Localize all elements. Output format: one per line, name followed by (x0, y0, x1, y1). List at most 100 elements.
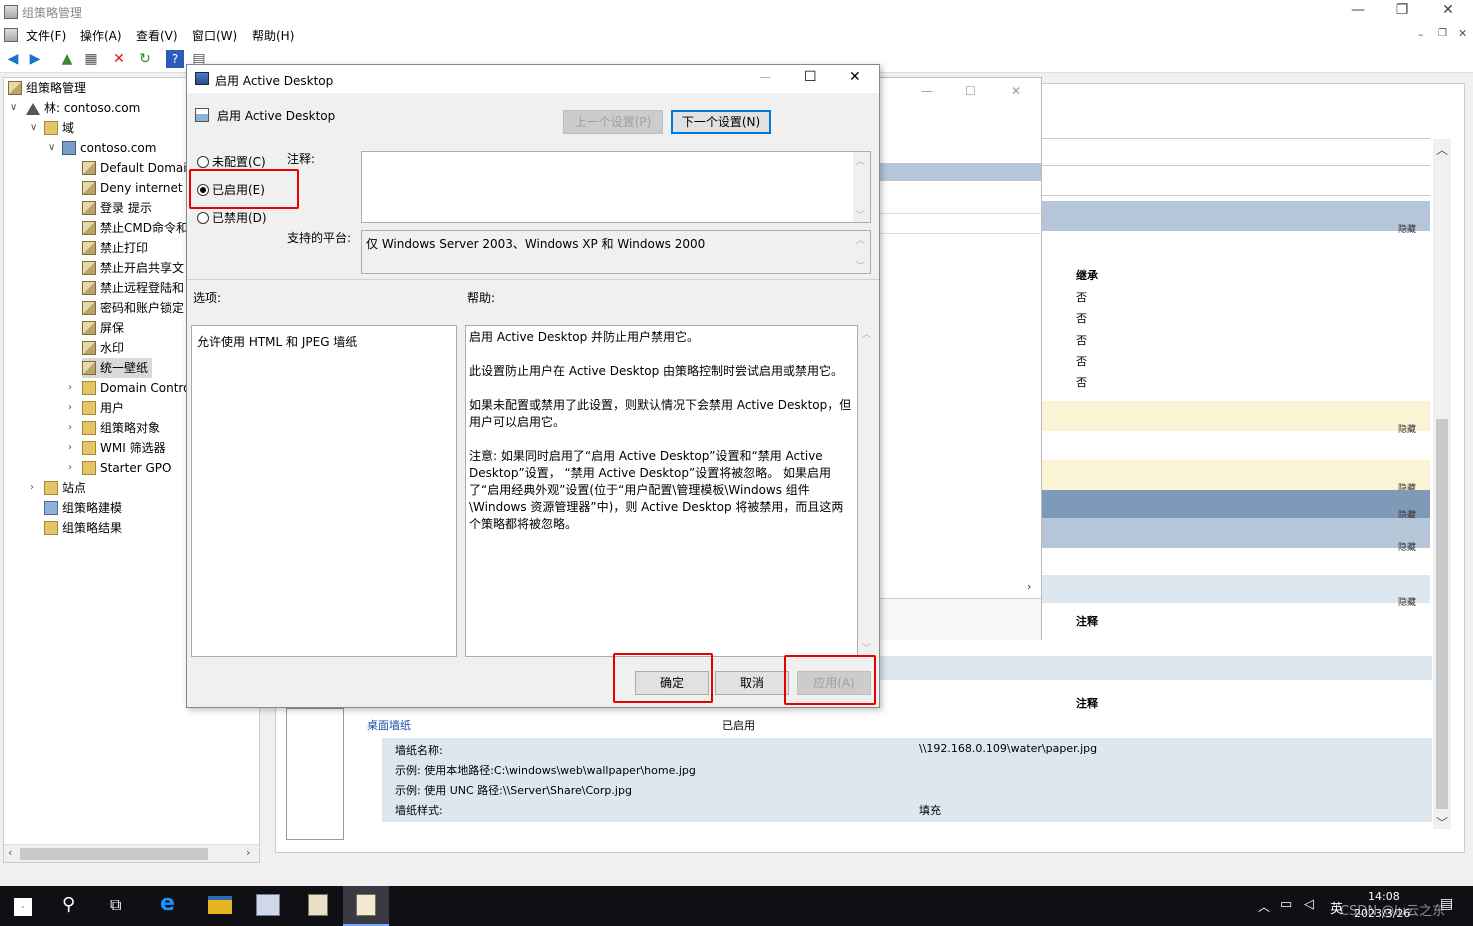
scroll-down-icon[interactable]: ﹀ (856, 208, 865, 221)
tree-root[interactable]: 组策略管理 (8, 78, 86, 98)
scroll-up-icon[interactable]: ︿ (862, 327, 871, 340)
menu-help[interactable]: 帮助(H) (252, 27, 294, 44)
comment-textarea[interactable]: ︿ ﹀ (361, 151, 871, 223)
radio-disabled[interactable]: 已禁用(D) (197, 209, 267, 227)
option-description: 允许使用 HTML 和 JPEG 墙纸 (197, 335, 358, 349)
scroll-left-icon[interactable]: ‹ (8, 846, 12, 859)
server-manager-icon[interactable] (256, 894, 280, 916)
file-explorer-icon[interactable] (208, 896, 232, 914)
scroll-up-icon[interactable]: ︿ (856, 233, 865, 246)
volume-icon[interactable]: ◁ (1304, 897, 1314, 912)
detail-label: 示例: 使用 UNC 路径:\\Server\Share\Corp.jpg (395, 784, 632, 797)
expand-chevron-icon[interactable]: › (68, 422, 72, 433)
search-icon[interactable]: ⚲ (62, 894, 84, 916)
tree-gpo-container[interactable]: 组策略对象 (82, 418, 160, 438)
previous-setting-button[interactable]: 上一个设置(P) (563, 110, 663, 134)
next-setting-button[interactable]: 下一个设置(N) (671, 110, 771, 134)
tree-gpo-link[interactable]: 禁止开启共享文 (82, 258, 184, 278)
internet-explorer-icon[interactable]: e (160, 891, 182, 916)
hide-link[interactable]: 隐藏 (1398, 222, 1416, 235)
hide-link[interactable]: 隐藏 (1398, 422, 1416, 435)
tree-domain-contoso[interactable]: contoso.com (62, 138, 156, 158)
tree-sites[interactable]: 站点 (44, 478, 86, 498)
menu-file[interactable]: 文件(F) (26, 27, 66, 44)
comment-scrollbar[interactable]: ︿ ﹀ (853, 152, 870, 222)
tree-horizontal-scrollbar[interactable]: ‹ › (4, 844, 259, 862)
expand-chevron-icon[interactable]: › (68, 462, 72, 473)
tree-ou[interactable]: 用户 (82, 398, 124, 418)
maximize-icon[interactable]: ☐ (965, 84, 976, 98)
scroll-down-icon[interactable]: ﹀ (1436, 814, 1448, 831)
selected-row[interactable] (879, 163, 1041, 181)
scroll-right-icon[interactable]: › (1027, 580, 1031, 593)
maximize-icon[interactable]: ☐ (804, 69, 817, 85)
expand-chevron-icon[interactable]: › (30, 482, 34, 493)
hide-link[interactable]: 隐藏 (1398, 595, 1416, 608)
collapse-chevron-icon[interactable]: ∨ (10, 102, 17, 113)
active-app-slot[interactable] (343, 886, 389, 926)
menu-window[interactable]: 窗口(W) (192, 27, 237, 44)
expand-chevron-icon[interactable]: › (68, 402, 72, 413)
scroll-up-icon[interactable]: ︿ (1436, 141, 1448, 158)
task-view-icon[interactable]: ⧉ (110, 895, 132, 917)
tree-gpo-link-selected[interactable]: 统一壁纸 (82, 358, 153, 378)
help-paragraph: 注意: 如果同时启用了“启用 Active Desktop”设置和“禁用 Act… (469, 449, 844, 531)
close-icon[interactable]: ✕ (1428, 2, 1468, 18)
tree-gpo-link[interactable]: 登录 提示 (82, 198, 152, 218)
scroll-right-icon[interactable]: › (246, 846, 250, 859)
network-icon[interactable]: ▭ (1280, 897, 1292, 912)
report-vertical-scrollbar[interactable]: ︿ ﹀ (1433, 139, 1451, 831)
refresh-icon[interactable]: ↻ (136, 50, 154, 68)
tree-domains[interactable]: 域 (44, 118, 74, 138)
tree-modeling[interactable]: 组策略建模 (44, 498, 122, 518)
menu-action[interactable]: 操作(A) (80, 27, 122, 44)
mdi-minimize-icon[interactable]: – (1418, 28, 1424, 41)
up-folder-icon[interactable]: ▲ (58, 50, 76, 68)
tree-gpo-link[interactable]: Default Domai (82, 158, 187, 178)
report-band (880, 656, 1432, 680)
tree-ou[interactable]: Domain Contro (82, 378, 190, 398)
tree-gpo-link[interactable]: 水印 (82, 338, 124, 358)
menu-app-icon[interactable] (4, 28, 18, 42)
tree-gpo-link[interactable]: 禁止CMD命令和 (82, 218, 188, 238)
menu-view[interactable]: 查看(V) (136, 27, 178, 44)
help-scrollbar[interactable]: ︿ ﹀ (859, 325, 876, 657)
scroll-down-icon[interactable]: ﹀ (856, 259, 865, 272)
mdi-close-icon[interactable]: ✕ (1458, 27, 1467, 40)
tree-gpo-link[interactable]: 密码和账户锁定 (82, 298, 184, 318)
tree-gpo-link[interactable]: 禁止打印 (82, 238, 148, 258)
show-hide-tree-icon[interactable]: ▦ (82, 50, 100, 68)
gpmc-taskbar-icon[interactable] (308, 894, 328, 916)
platform-scrollbar[interactable]: ︿ ﹀ (853, 231, 870, 273)
tree-gpo-link[interactable]: 屏保 (82, 318, 124, 338)
tray-chevron-icon[interactable]: ︿ (1258, 898, 1270, 915)
tree-gpo-link[interactable]: 禁止远程登陆和 (82, 278, 184, 298)
minimize-icon[interactable]: — (1338, 2, 1378, 18)
minimize-icon[interactable]: — (921, 84, 933, 98)
scroll-up-icon[interactable]: ︿ (856, 154, 865, 167)
tree-wmi-filters[interactable]: WMI 筛选器 (82, 438, 166, 458)
tree-starter-gpo[interactable]: Starter GPO (82, 458, 171, 478)
cancel-button[interactable]: 取消 (715, 671, 789, 695)
scroll-thumb[interactable] (20, 848, 208, 860)
close-icon[interactable]: ✕ (849, 69, 861, 85)
tree-forest[interactable]: 林: contoso.com (26, 98, 140, 118)
collapse-chevron-icon[interactable]: ∨ (48, 142, 55, 153)
back-arrow-icon[interactable]: ◀ (4, 50, 22, 68)
tree-results[interactable]: 组策略结果 (44, 518, 122, 538)
collapse-chevron-icon[interactable]: ∨ (30, 122, 37, 133)
scroll-down-icon[interactable]: ﹀ (862, 641, 871, 654)
expand-chevron-icon[interactable]: › (68, 382, 72, 393)
expand-chevron-icon[interactable]: › (68, 442, 72, 453)
mdi-restore-icon[interactable]: ❐ (1438, 28, 1447, 39)
setting-link-desktop-wallpaper[interactable]: 桌面墙纸 (367, 717, 411, 733)
close-icon[interactable]: ✕ (1011, 84, 1021, 98)
delete-icon[interactable]: ✕ (110, 50, 128, 68)
restore-icon[interactable]: ❐ (1382, 2, 1422, 18)
hide-link[interactable]: 隐藏 (1398, 540, 1416, 553)
tree-gpo-link[interactable]: Deny internet (82, 178, 183, 198)
start-windows-icon[interactable] (14, 898, 32, 916)
forward-arrow-icon[interactable]: ▶ (26, 50, 44, 68)
scroll-thumb[interactable] (1436, 419, 1448, 809)
help-icon[interactable]: ? (166, 50, 184, 68)
